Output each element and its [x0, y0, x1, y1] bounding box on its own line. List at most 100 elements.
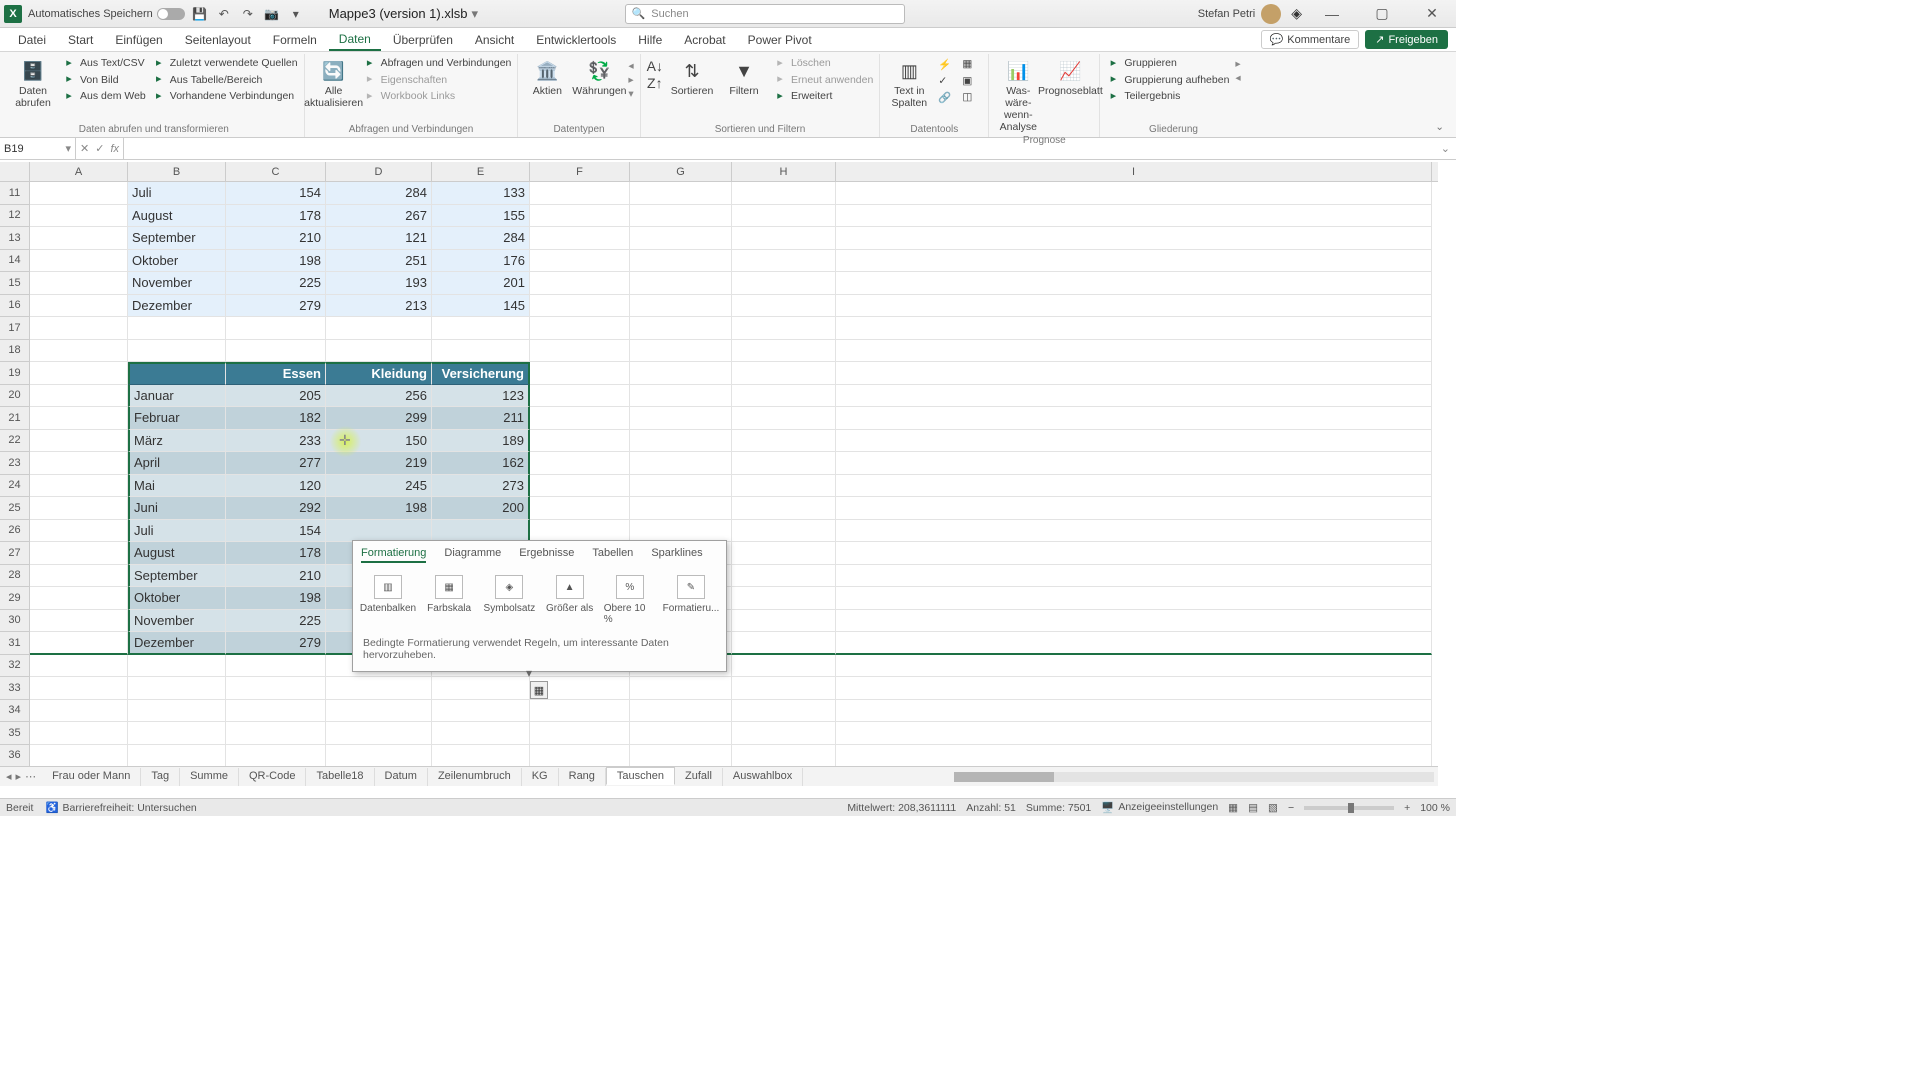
ribbon-tab-hilfe[interactable]: Hilfe	[628, 30, 672, 50]
cell[interactable]	[732, 430, 836, 453]
ribbon-tab-entwicklertools[interactable]: Entwicklertools	[526, 30, 626, 50]
cell[interactable]	[30, 745, 128, 767]
sheet-prev-icon[interactable]: ◂	[6, 770, 12, 783]
sheet-tab[interactable]: Zeilenumbruch	[428, 768, 522, 786]
qa-option[interactable]: ✎Formatieru...	[664, 575, 718, 625]
row-header[interactable]: 31	[0, 632, 30, 655]
name-box[interactable]: B19 ▾	[0, 138, 76, 159]
cell[interactable]	[30, 475, 128, 498]
cell[interactable]	[836, 272, 1432, 295]
cell[interactable]: 267	[326, 205, 432, 228]
cell[interactable]: Oktober	[128, 587, 226, 610]
cell[interactable]	[836, 520, 1432, 543]
ribbon-item[interactable]: ▸Gruppierung aufheben	[1106, 73, 1229, 88]
cell[interactable]	[530, 362, 630, 385]
display-settings-button[interactable]: 🖥️ Anzeigeeinstellungen	[1101, 801, 1218, 814]
cell[interactable]	[732, 520, 836, 543]
ribbon-item[interactable]: ▸Vorhandene Verbindungen	[152, 89, 298, 104]
cell[interactable]	[732, 610, 836, 633]
cell[interactable]	[836, 700, 1432, 723]
cell[interactable]	[226, 655, 326, 678]
cell[interactable]	[30, 250, 128, 273]
cell[interactable]	[732, 340, 836, 363]
cell[interactable]	[732, 655, 836, 678]
cell[interactable]	[836, 610, 1432, 633]
cell[interactable]: 182	[226, 407, 326, 430]
qat-more-icon[interactable]: ▾	[287, 5, 305, 23]
cell[interactable]	[732, 295, 836, 318]
camera-icon[interactable]: 📷	[263, 5, 281, 23]
cell[interactable]: 299	[326, 407, 432, 430]
qa-option[interactable]: ▦Farbskala	[423, 575, 475, 625]
outline-hide-icon[interactable]: ◂	[1235, 72, 1240, 84]
cell[interactable]	[30, 272, 128, 295]
cell[interactable]	[30, 317, 128, 340]
ribbon-tab-daten[interactable]: Daten	[329, 29, 381, 51]
row-header[interactable]: 14	[0, 250, 30, 273]
cell[interactable]	[836, 340, 1432, 363]
cell[interactable]: 178	[226, 542, 326, 565]
cell[interactable]	[630, 407, 732, 430]
cell[interactable]	[836, 677, 1432, 700]
cell[interactable]: 225	[226, 610, 326, 633]
cell[interactable]	[128, 340, 226, 363]
ribbon-item[interactable]: ▸Teilergebnis	[1106, 89, 1229, 104]
ribbon-tab-start[interactable]: Start	[58, 30, 103, 50]
data-model-icon[interactable]: ◫	[962, 91, 982, 104]
cell[interactable]: 219	[326, 452, 432, 475]
row-header[interactable]: 17	[0, 317, 30, 340]
row-header[interactable]: 29	[0, 587, 30, 610]
ribbon-item[interactable]: ▸Gruppieren	[1106, 56, 1229, 71]
row-header[interactable]: 16	[0, 295, 30, 318]
cell[interactable]	[432, 677, 530, 700]
currencies-button[interactable]: 💱Währungen	[576, 56, 622, 97]
cell[interactable]: 200	[432, 497, 530, 520]
row-header[interactable]: 36	[0, 745, 30, 767]
sheet-tab[interactable]: Frau oder Mann	[42, 768, 141, 786]
cell[interactable]: 176	[432, 250, 530, 273]
cell[interactable]: 150	[326, 430, 432, 453]
cell[interactable]	[836, 632, 1432, 655]
consolidate-icon[interactable]: ▣	[962, 75, 982, 87]
close-button[interactable]: ✕	[1412, 0, 1452, 28]
cell[interactable]	[432, 340, 530, 363]
cell[interactable]: März	[128, 430, 226, 453]
row-header[interactable]: 18	[0, 340, 30, 363]
sheet-tab[interactable]: Datum	[375, 768, 428, 786]
cell[interactable]	[732, 542, 836, 565]
cell[interactable]	[226, 745, 326, 767]
cell[interactable]	[530, 340, 630, 363]
cell[interactable]	[836, 475, 1432, 498]
undo-icon[interactable]: ↶	[215, 5, 233, 23]
qa-tab-tabellen[interactable]: Tabellen	[592, 547, 633, 563]
sheet-tab[interactable]: Tabelle18	[306, 768, 374, 786]
zoom-level[interactable]: 100 %	[1420, 802, 1450, 814]
cell[interactable]: 256	[326, 385, 432, 408]
cell[interactable]	[630, 497, 732, 520]
cell[interactable]	[732, 452, 836, 475]
cell[interactable]	[732, 565, 836, 588]
cell[interactable]	[732, 272, 836, 295]
cell[interactable]: 279	[226, 295, 326, 318]
cell[interactable]	[128, 722, 226, 745]
cell[interactable]	[530, 722, 630, 745]
row-header[interactable]: 34	[0, 700, 30, 723]
row-header[interactable]: 25	[0, 497, 30, 520]
datatype-next-icon[interactable]: ▸	[628, 74, 633, 86]
forecast-button[interactable]: 📈Prognoseblatt	[1047, 56, 1093, 97]
whatif-button[interactable]: 📊Was-wäre-wenn-Analyse	[995, 56, 1041, 133]
cell[interactable]	[432, 700, 530, 723]
cell[interactable]	[732, 227, 836, 250]
cell[interactable]	[30, 722, 128, 745]
cell[interactable]: 154	[226, 182, 326, 205]
cell[interactable]: 233	[226, 430, 326, 453]
account-menu[interactable]: Stefan Petri	[1198, 4, 1281, 24]
qa-tab-formatierung[interactable]: Formatierung	[361, 547, 426, 563]
col-header-F[interactable]: F	[530, 162, 630, 181]
cell[interactable]	[630, 340, 732, 363]
cell[interactable]	[836, 745, 1432, 767]
cell[interactable]: 211	[432, 407, 530, 430]
cell[interactable]	[530, 272, 630, 295]
cell[interactable]	[732, 182, 836, 205]
ribbon-item[interactable]: ▸Aus Tabelle/Bereich	[152, 73, 298, 88]
